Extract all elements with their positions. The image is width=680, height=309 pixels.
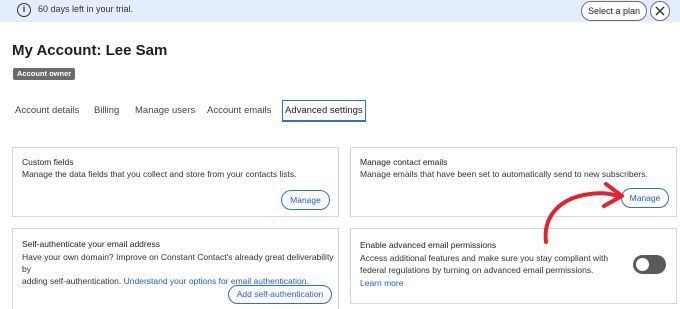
card-title: Enable advanced email permissions <box>360 240 497 250</box>
close-icon <box>655 6 665 16</box>
card-title: Manage contact emails <box>360 157 448 167</box>
manage-custom-fields-button[interactable]: Manage <box>281 190 330 210</box>
account-tabs: Account details Billing Manage users Acc… <box>0 100 680 122</box>
custom-fields-card: Custom fields Manage the data fields tha… <box>12 147 339 217</box>
card-description: Access additional features and make sure… <box>360 253 609 275</box>
card-title: Custom fields <box>22 157 74 167</box>
toggle-knob <box>636 258 649 271</box>
tab-manage-users[interactable]: Manage users <box>135 100 195 122</box>
tab-account-emails[interactable]: Account emails <box>207 100 271 122</box>
description-line-1: Have your own domain? Improve on Constan… <box>22 252 334 274</box>
card-description: Manage the data fields that you collect … <box>22 169 297 179</box>
page-title: My Account: Lee Sam <box>12 42 168 59</box>
info-icon: i <box>17 3 31 17</box>
learn-more-link[interactable]: Learn more <box>360 277 403 289</box>
trial-banner: i 60 days left in your trial. Select a p… <box>0 0 680 22</box>
self-authenticate-card: Self-authenticate your email address Hav… <box>12 228 339 309</box>
select-plan-button[interactable]: Select a plan <box>581 1 647 21</box>
tab-advanced-settings[interactable]: Advanced settings <box>282 100 366 122</box>
description-line-2: adding self-authentication. <box>22 276 122 286</box>
tab-account-details[interactable]: Account details <box>15 100 79 122</box>
card-description: Have your own domain? Improve on Constan… <box>22 251 337 287</box>
account-owner-badge: Account owner <box>13 68 76 80</box>
advanced-permissions-toggle[interactable] <box>633 255 666 274</box>
trial-message: 60 days left in your trial. <box>38 4 134 14</box>
annotation-arrow-icon <box>543 182 624 244</box>
close-banner-button[interactable] <box>650 1 670 21</box>
tab-billing[interactable]: Billing <box>94 100 119 122</box>
card-title: Self-authenticate your email address <box>22 239 160 249</box>
add-self-authentication-button[interactable]: Add self-authentication <box>228 285 332 304</box>
